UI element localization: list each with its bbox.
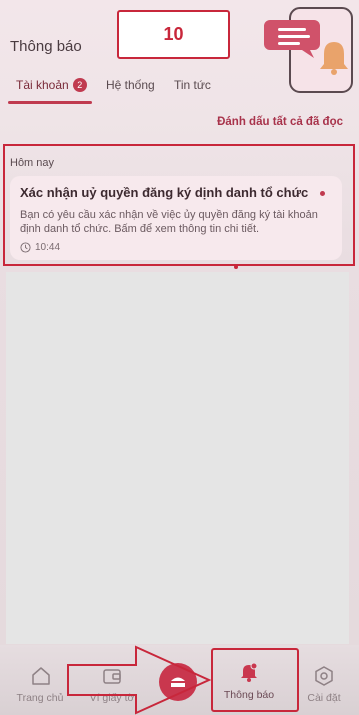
mark-all-read-link[interactable]: Đánh dấu tất cả đã đọc <box>217 116 343 128</box>
home-icon <box>32 667 50 685</box>
annotation-arrow <box>67 645 212 715</box>
tab-system[interactable]: Hệ thống <box>106 78 155 102</box>
page-title: Thông báo <box>10 38 82 55</box>
tab-news[interactable]: Tin tức <box>174 78 211 102</box>
nav-home[interactable]: Trang chủ <box>5 645 75 715</box>
nav-settings-label: Cài đặt <box>307 692 341 704</box>
active-tab-indicator <box>8 101 92 104</box>
annotation-marker <box>234 265 238 269</box>
step-number: 10 <box>163 24 184 44</box>
annotation-highlight-nav <box>211 648 299 712</box>
tab-accounts[interactable]: Tài khoản 2 <box>16 78 87 102</box>
tab-news-label: Tin tức <box>174 78 211 92</box>
annotation-highlight-notification <box>3 144 355 266</box>
redacted-area <box>6 272 349 644</box>
step-number-label: 10 <box>117 10 230 59</box>
tab-system-label: Hệ thống <box>106 78 155 92</box>
unread-count-badge: 2 <box>72 78 87 92</box>
gear-icon <box>315 666 333 686</box>
nav-home-label: Trang chủ <box>16 692 64 704</box>
nav-settings[interactable]: Cài đặt <box>289 645 359 715</box>
tab-accounts-label: Tài khoản <box>16 78 69 92</box>
